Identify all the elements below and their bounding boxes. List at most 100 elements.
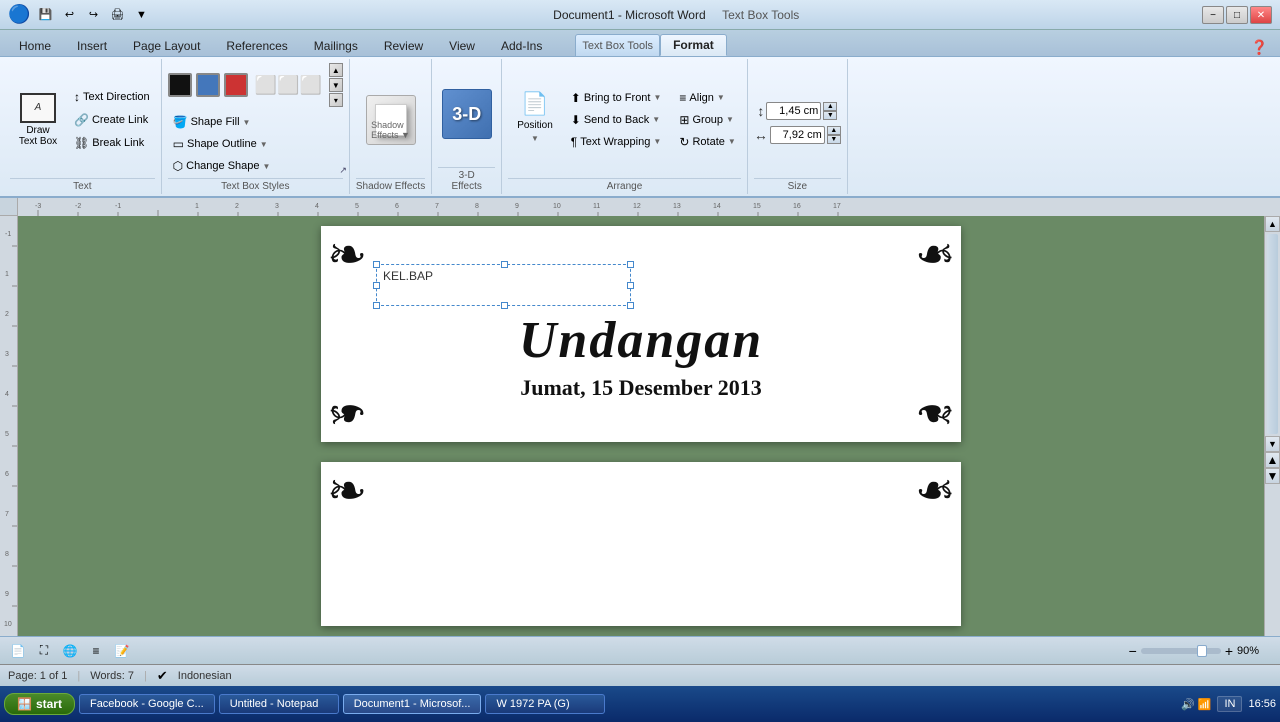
svg-text:7: 7 [5, 511, 9, 518]
break-link-button[interactable]: ⛓ Break Link [69, 133, 155, 153]
handle-mid-left[interactable] [373, 282, 380, 289]
align-dropdown[interactable]: ▼ [717, 93, 725, 102]
handle-mid-right[interactable] [627, 282, 634, 289]
create-link-icon: 🔗 [74, 113, 89, 127]
height-spin-down[interactable]: ▼ [823, 111, 837, 120]
tab-references[interactable]: References [213, 34, 300, 56]
rotate-dropdown[interactable]: ▼ [728, 137, 736, 146]
color-swatch-blue[interactable] [196, 73, 220, 97]
tab-page-layout[interactable]: Page Layout [120, 34, 213, 56]
group-dropdown[interactable]: ▼ [726, 115, 734, 124]
print-layout-btn[interactable]: 📄 [8, 642, 28, 660]
styles-dialog-launcher[interactable]: ↗ [339, 165, 347, 176]
ornament2-tl: ❧ [327, 468, 367, 516]
scroll-up-button[interactable]: ▲ [1265, 216, 1280, 232]
shadow-effects-button[interactable]: ShadowEffects ▼ [366, 95, 416, 145]
styles-scroll-up[interactable]: ▲ [329, 63, 343, 77]
web-layout-btn[interactable]: 🌐 [60, 642, 80, 660]
taskbar-icons: 🔊 📶 [1181, 698, 1211, 711]
quick-redo[interactable]: ↪ [84, 6, 102, 24]
svg-text:9: 9 [5, 591, 9, 598]
height-input[interactable] [766, 102, 821, 120]
change-shape-button[interactable]: ⬡ Change Shape ▼ [168, 156, 276, 176]
outline-btn[interactable]: ≡ [86, 642, 106, 660]
tab-view[interactable]: View [436, 34, 488, 56]
tab-review[interactable]: Review [371, 34, 436, 56]
draft-btn[interactable]: 📝 [112, 642, 132, 660]
rotate-button[interactable]: ↻ Rotate ▼ [674, 132, 740, 152]
tab-insert[interactable]: Insert [64, 34, 120, 56]
handle-bot-right[interactable] [627, 302, 634, 309]
taskbar-notepad[interactable]: Untitled - Notepad [219, 694, 339, 714]
position-dropdown[interactable]: ▼ [531, 134, 539, 143]
text-wrap-icon: ¶ [571, 135, 577, 149]
scroll-pageup-button[interactable]: ▲ [1265, 452, 1280, 468]
zoom-in-button[interactable]: + [1225, 643, 1233, 659]
zoom-slider[interactable] [1141, 648, 1221, 654]
minimize-button[interactable]: − [1202, 6, 1224, 24]
bring-front-dropdown[interactable]: ▼ [653, 93, 661, 102]
width-spin-down[interactable]: ▼ [827, 135, 841, 144]
text-wrap-dropdown[interactable]: ▼ [653, 137, 661, 146]
change-shape-dropdown[interactable]: ▼ [263, 162, 271, 171]
vertical-scrollbar[interactable]: ▲ ▼ ▲ ▼ [1264, 216, 1280, 636]
align-button[interactable]: ≡ Align ▼ [674, 88, 740, 108]
page-2: ❧ ❧ [321, 462, 961, 626]
styles-gallery[interactable]: ⬜⬜⬜ [252, 72, 325, 99]
send-to-back-button[interactable]: ⬇ Send to Back ▼ [566, 110, 667, 130]
text-direction-button[interactable]: ↕ Text Direction [69, 87, 155, 107]
height-spin-up[interactable]: ▲ [823, 102, 837, 111]
text-wrapping-button[interactable]: ¶ Text Wrapping ▼ [566, 132, 667, 152]
shape-outline-button[interactable]: ▭ Shape Outline ▼ [168, 134, 276, 154]
create-link-button[interactable]: 🔗 Create Link [69, 110, 155, 130]
3d-effects-button[interactable]: 3-D [442, 89, 492, 139]
styles-more[interactable]: ▾ [329, 93, 343, 107]
position-button[interactable]: 📄 Position ▼ [512, 88, 558, 146]
shape-outline-dropdown[interactable]: ▼ [260, 140, 268, 149]
color-swatch-black[interactable] [168, 73, 192, 97]
tab-format[interactable]: Format [660, 34, 727, 56]
width-spin-up[interactable]: ▲ [827, 126, 841, 135]
handle-top-left[interactable] [373, 261, 380, 268]
shape-fill-button[interactable]: 🪣 Shape Fill ▼ [168, 112, 276, 132]
close-button[interactable]: ✕ [1250, 6, 1272, 24]
handle-bot-mid[interactable] [501, 302, 508, 309]
tab-mailings[interactable]: Mailings [301, 34, 371, 56]
selected-textbox[interactable]: KEL.BAP [376, 264, 631, 306]
bring-to-front-button[interactable]: ⬆ Bring to Front ▼ [566, 88, 667, 108]
handle-bot-left[interactable] [373, 302, 380, 309]
width-icon: ↔ [754, 127, 768, 143]
page-main-content: Undangan Jumat, 15 Desember 2013 [321, 311, 961, 401]
handle-top-right[interactable] [627, 261, 634, 268]
draw-textbox-button[interactable]: A DrawText Box [10, 92, 66, 148]
start-button[interactable]: 🪟 start [4, 693, 75, 715]
spell-icon[interactable]: ✔ [157, 668, 168, 684]
taskbar-pa[interactable]: W 1972 PA (G) [485, 694, 605, 714]
scroll-pagedown-button[interactable]: ▼ [1265, 468, 1280, 484]
language-indicator[interactable]: IN [1217, 696, 1242, 712]
handle-top-mid[interactable] [501, 261, 508, 268]
ornament2-tr: ❧ [915, 468, 955, 516]
width-input[interactable] [770, 126, 825, 144]
tab-add-ins[interactable]: Add-Ins [488, 34, 555, 56]
zoom-out-button[interactable]: − [1129, 643, 1137, 659]
quick-print[interactable]: 🖨 [108, 6, 126, 24]
taskbar-word[interactable]: Document1 - Microsof... [343, 694, 482, 714]
quick-save[interactable]: 💾 [36, 6, 54, 24]
scroll-thumb[interactable] [1267, 234, 1278, 434]
change-shape-icon: ⬡ [173, 159, 183, 173]
tab-home[interactable]: Home [6, 34, 64, 56]
maximize-button[interactable]: □ [1226, 6, 1248, 24]
styles-scroll-down[interactable]: ▼ [329, 78, 343, 92]
taskbar-facebook[interactable]: Facebook - Google C... [79, 694, 215, 714]
group-button[interactable]: ⊞ Group ▼ [674, 110, 740, 130]
scroll-down-button[interactable]: ▼ [1265, 436, 1280, 452]
quick-undo[interactable]: ↩ [60, 6, 78, 24]
help-icon[interactable]: ❓ [1245, 39, 1274, 56]
full-screen-btn[interactable]: ⛶ [34, 642, 54, 660]
send-back-dropdown[interactable]: ▼ [652, 115, 660, 124]
shape-fill-dropdown[interactable]: ▼ [243, 118, 251, 127]
textbox-content[interactable]: KEL.BAP [377, 265, 630, 287]
color-swatch-red[interactable] [224, 73, 248, 97]
quick-more[interactable]: ▼ [132, 6, 150, 24]
